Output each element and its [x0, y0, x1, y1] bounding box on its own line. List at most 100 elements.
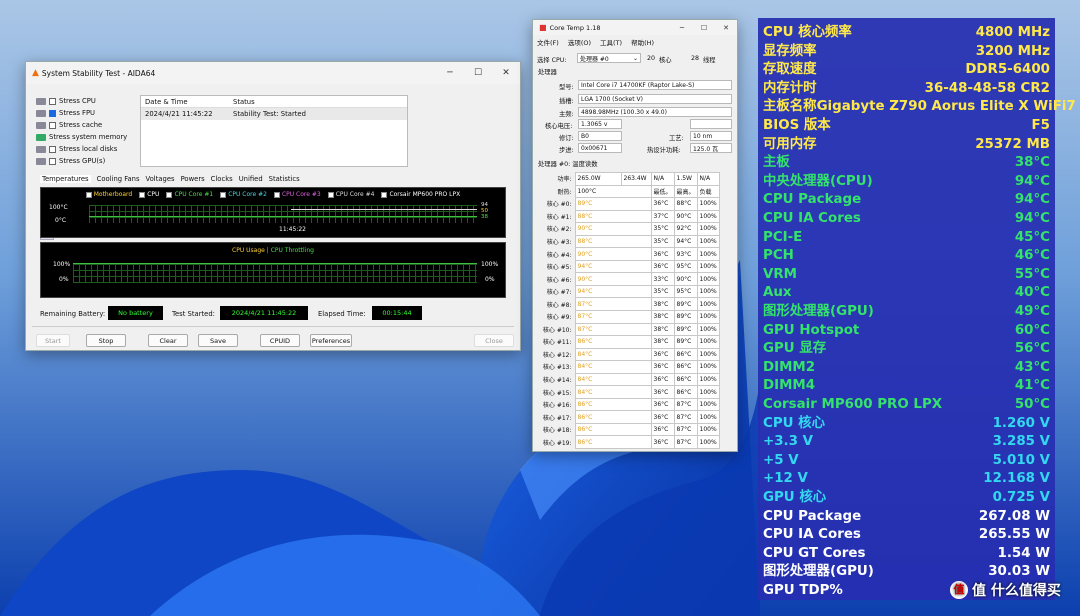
vid-value: 1.3065 v: [578, 119, 622, 129]
threads-count: 28: [691, 55, 700, 62]
close-window-button[interactable]: ✕: [715, 24, 737, 32]
sensor-value: 49°C: [1014, 304, 1050, 319]
cache-icon: [36, 121, 46, 129]
tab-statistics[interactable]: Statistics: [269, 175, 300, 183]
sensor-label: GPU Hotspot: [763, 322, 860, 338]
aida64-titlebar[interactable]: ▲ System Stability Test - AIDA64 ─ ☐ ✕: [26, 62, 520, 84]
legend-cpu-core-1[interactable]: CPU Core #1: [166, 191, 213, 198]
time-label: 11:45:22: [279, 226, 306, 233]
sensor-row: Aux 40°C: [763, 284, 1050, 303]
legend-cpu-core-3[interactable]: CPU Core #3: [273, 191, 321, 198]
temperature-table: 功率: 265.0W 263.4W N/A 1.5W N/A 耐热: 100°C…: [539, 172, 720, 450]
core-row: 核心 #17: 86°C 36°C 87°C 100%: [539, 410, 720, 424]
sensor-label: 主板名称: [763, 99, 817, 115]
save-button[interactable]: Save: [198, 334, 238, 347]
usage-grid: [73, 263, 477, 283]
vid-blank: [690, 119, 732, 129]
cpuid-button[interactable]: CPUID: [260, 334, 300, 347]
core-row: 核心 #14: 84°C 36°C 86°C 100%: [539, 372, 720, 387]
cores-count: 20: [647, 55, 656, 62]
sensor-row: Corsair MP600 PRO LPX 50°C: [763, 396, 1050, 415]
preferences-button[interactable]: Preferences: [310, 334, 352, 347]
legend-cpu-core-2[interactable]: CPU Core #2: [220, 191, 267, 198]
legend-cpu-core-4[interactable]: CPU Core #4: [327, 191, 374, 198]
usage-axis-bottom: 0%: [59, 276, 69, 283]
tab-temperatures[interactable]: Temperatures: [40, 175, 91, 183]
sensor-row: CPU Package 94°C: [763, 191, 1050, 210]
status-log: Date & Time Status 2024/4/21 11:45:22 St…: [140, 95, 408, 167]
cpu-select-dropdown[interactable]: 处理器 #0 ⌄: [577, 53, 641, 63]
stop-button[interactable]: Stop: [86, 334, 126, 347]
stress-cache-checkbox[interactable]: Stress cache: [36, 119, 146, 131]
gpu-icon: [36, 157, 46, 165]
disk-icon: [36, 145, 46, 153]
menu-tools[interactable]: 工具(T): [600, 37, 622, 47]
sensor-value: 3.285 V: [992, 434, 1050, 450]
tab-clocks[interactable]: Clocks: [211, 175, 233, 183]
sensor-value: 265.55 W: [978, 527, 1050, 543]
sensor-value: 56°C: [1014, 341, 1050, 357]
temperature-legend: Motherboard CPU CPU Core #1 CPU Core #2 …: [41, 188, 505, 198]
tab-unified[interactable]: Unified: [239, 175, 263, 183]
coretemp-titlebar[interactable]: ■ Core Temp 1.18 ─ ☐ ✕: [533, 20, 737, 35]
tab-cooling-fans[interactable]: Cooling Fans: [97, 175, 140, 183]
tab-powers[interactable]: Powers: [181, 175, 205, 183]
processor-header: 处理器: [538, 69, 557, 76]
tab-voltages[interactable]: Voltages: [146, 175, 175, 183]
usage-axis-right-bottom: 0%: [485, 276, 495, 283]
clear-button[interactable]: Clear: [148, 334, 188, 347]
sensor-row: 主板名称 Gigabyte Z790 Aorus Elite X WiFi7: [763, 98, 1076, 117]
memory-icon: [36, 133, 46, 141]
sensor-row: VRM 55°C: [763, 266, 1050, 285]
minimize-button[interactable]: ─: [436, 68, 464, 78]
sensor-value: 40°C: [1014, 285, 1050, 301]
core-row: 核心 #5: 94°C 36°C 95°C 100%: [539, 259, 720, 274]
core-row: 核心 #12: 84°C 36°C 86°C 100%: [539, 347, 720, 362]
menu-options[interactable]: 选项(O): [568, 37, 591, 47]
close-button[interactable]: Close: [474, 334, 514, 347]
model-label: 型号:: [559, 84, 574, 91]
sensor-label: +5 V: [763, 452, 799, 468]
stress-gpu-checkbox[interactable]: Stress GPU(s): [36, 155, 146, 167]
sensor-row: CPU IA Cores 94°C: [763, 210, 1050, 229]
core-row: 核心 #15: 84°C 36°C 86°C 100%: [539, 385, 720, 399]
temp-axis-bottom: 0°C: [55, 217, 67, 224]
vid-label: 核心电压:: [545, 123, 573, 130]
legend-cpu[interactable]: CPU: [139, 191, 159, 198]
aida64-stability-window: ▲ System Stability Test - AIDA64 ─ ☐ ✕ S…: [25, 61, 521, 351]
sensor-row: 存取速度 DDR5-6400: [763, 61, 1050, 80]
stress-memory-checkbox[interactable]: Stress system memory: [36, 131, 146, 143]
sensor-row: GPU 核心 0.725 V: [763, 489, 1050, 508]
sensor-label: DIMM4: [763, 378, 816, 394]
sensor-value: 55°C: [1014, 266, 1050, 282]
sensor-row: GPU 显存 56°C: [763, 340, 1050, 359]
stress-disks-checkbox[interactable]: Stress local disks: [36, 143, 146, 155]
sensor-row: DIMM4 41°C: [763, 377, 1050, 396]
legend-motherboard[interactable]: Motherboard: [85, 191, 132, 198]
sensor-row: PCH 46°C: [763, 247, 1050, 266]
stepping-label: 步进:: [559, 147, 574, 154]
sensor-value: 25372 MB: [975, 136, 1050, 152]
sensor-value: 4800 MHz: [975, 25, 1050, 40]
sensor-row: DIMM2 43°C: [763, 359, 1050, 378]
menu-file[interactable]: 文件(F): [537, 37, 559, 47]
sensor-label: 中央处理器(CPU): [763, 173, 873, 189]
close-window-button[interactable]: ✕: [492, 68, 520, 78]
stress-cpu-checkbox[interactable]: Stress CPU: [36, 95, 146, 107]
lithography-value: 10 nm: [690, 131, 732, 141]
smzdm-logo-icon: 值: [950, 581, 968, 599]
select-cpu-label: 选择 CPU:: [537, 57, 567, 64]
start-button[interactable]: Start: [36, 334, 70, 347]
stress-fpu-checkbox[interactable]: Stress FPU: [36, 107, 146, 119]
sensor-value: 94°C: [1014, 173, 1050, 189]
sensor-value: 3200 MHz: [975, 43, 1050, 59]
temperature-trace-low: [89, 216, 477, 217]
minimize-button[interactable]: ─: [671, 24, 693, 32]
battery-value: No battery: [108, 306, 163, 320]
sensor-label: GPU TDP%: [763, 583, 843, 598]
maximize-button[interactable]: ☐: [693, 24, 715, 32]
menu-help[interactable]: 帮助(H): [631, 37, 654, 47]
sensor-row: 中央处理器(CPU) 94°C: [763, 173, 1050, 192]
maximize-button[interactable]: ☐: [464, 68, 492, 78]
legend-corsair-ssd[interactable]: Corsair MP600 PRO LPX: [381, 191, 460, 198]
